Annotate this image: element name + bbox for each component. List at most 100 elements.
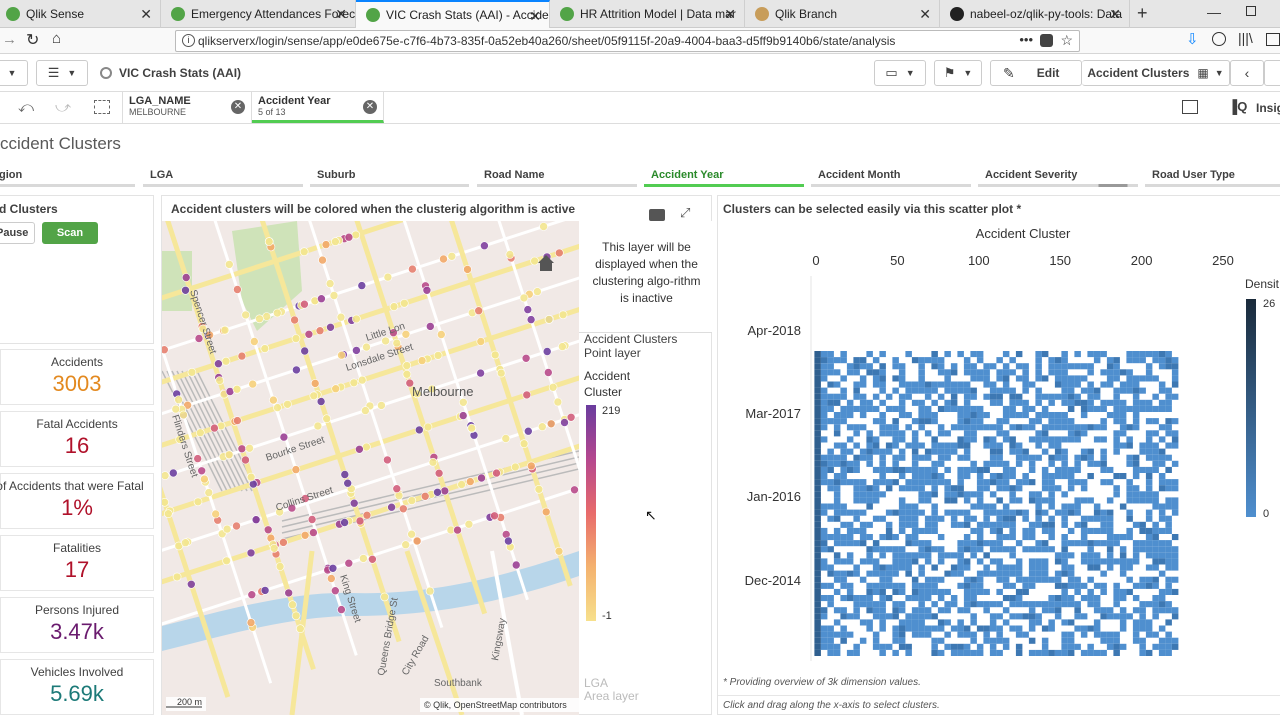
heatmap-cell[interactable] — [989, 381, 997, 388]
heatmap-cell[interactable] — [872, 588, 880, 595]
heatmap-cell[interactable] — [944, 405, 951, 412]
heatmap-cell[interactable] — [814, 387, 821, 394]
heatmap-cell[interactable] — [1054, 649, 1062, 656]
heatmap-cell[interactable] — [1087, 497, 1094, 504]
heatmap-cell[interactable] — [918, 473, 925, 480]
heatmap-cell[interactable] — [1106, 399, 1114, 406]
heatmap-cell[interactable] — [866, 521, 873, 528]
accident-point[interactable] — [337, 605, 346, 614]
heatmap-cell[interactable] — [924, 625, 932, 632]
heatmap-cell[interactable] — [1022, 601, 1029, 608]
heatmap-cell[interactable] — [1106, 479, 1114, 486]
heatmap-cell[interactable] — [970, 363, 977, 370]
heatmap-cell[interactable] — [1158, 448, 1166, 455]
heatmap-cell[interactable] — [846, 534, 854, 541]
heatmap-cell[interactable] — [879, 466, 886, 473]
heatmap-cell[interactable] — [1139, 637, 1146, 644]
accident-point[interactable] — [232, 384, 242, 394]
heatmap-cell[interactable] — [1126, 442, 1133, 449]
heatmap-cell[interactable] — [1035, 418, 1042, 425]
heatmap-cell[interactable] — [944, 375, 951, 382]
heatmap-cell[interactable] — [963, 466, 971, 473]
heatmap-cell[interactable] — [1035, 399, 1042, 406]
heatmap-cell[interactable] — [1158, 405, 1166, 412]
step-back-icon[interactable]: ⤺ — [18, 99, 34, 116]
heatmap-cell[interactable] — [1139, 540, 1146, 547]
heatmap-cell[interactable] — [872, 540, 880, 547]
heatmap-cell[interactable] — [1165, 405, 1172, 412]
heatmap-cell[interactable] — [866, 595, 873, 602]
heatmap-cell[interactable] — [1165, 363, 1172, 370]
heatmap-cell[interactable] — [827, 637, 834, 644]
heatmap-cell[interactable] — [879, 369, 886, 376]
heatmap-cell[interactable] — [1022, 631, 1029, 638]
heatmap-cell[interactable] — [1145, 564, 1153, 571]
restore-icon[interactable] — [1246, 6, 1256, 16]
accident-point[interactable] — [526, 461, 536, 471]
accident-point[interactable] — [186, 579, 196, 589]
heatmap-cell[interactable] — [937, 534, 945, 541]
heatmap-cell[interactable] — [1015, 540, 1023, 547]
heatmap-cell[interactable] — [814, 570, 821, 577]
heatmap-cell[interactable] — [1093, 351, 1101, 358]
heatmap-cell[interactable] — [1171, 564, 1179, 571]
heatmap-cell[interactable] — [950, 369, 958, 376]
heatmap-cell[interactable] — [833, 527, 841, 534]
accident-point[interactable] — [171, 404, 181, 414]
heatmap-cell[interactable] — [1048, 479, 1055, 486]
heatmap-cell[interactable] — [820, 546, 828, 553]
heatmap-cell[interactable] — [1002, 534, 1010, 541]
heatmap-cell[interactable] — [1132, 405, 1140, 412]
next-sheet-button[interactable] — [1264, 60, 1280, 86]
accident-point[interactable] — [417, 356, 427, 365]
heatmap-cell[interactable] — [859, 412, 867, 419]
heatmap-cell[interactable] — [827, 649, 834, 656]
heatmap-cell[interactable] — [885, 485, 893, 492]
heatmap-cell[interactable] — [931, 601, 938, 608]
heatmap-cell[interactable] — [814, 631, 821, 638]
heatmap-cell[interactable] — [1028, 570, 1036, 577]
heatmap-cell[interactable] — [1171, 534, 1179, 541]
heatmap-cell[interactable] — [853, 454, 860, 461]
heatmap-cell[interactable] — [814, 424, 821, 431]
heatmap-cell[interactable] — [1061, 460, 1068, 467]
heatmap-cell[interactable] — [1145, 491, 1153, 498]
heatmap-cell[interactable] — [1132, 393, 1140, 400]
heatmap-cell[interactable] — [970, 649, 977, 656]
heatmap-cell[interactable] — [1152, 497, 1159, 504]
heatmap-cell[interactable] — [898, 509, 906, 516]
heatmap-cell[interactable] — [1158, 570, 1166, 577]
heatmap-cell[interactable] — [944, 448, 951, 455]
heatmap-cell[interactable] — [879, 381, 886, 388]
accident-point[interactable] — [310, 379, 320, 388]
heatmap-cell[interactable] — [1119, 387, 1127, 394]
accident-point[interactable] — [340, 470, 350, 479]
heatmap-cell[interactable] — [827, 405, 834, 412]
heatmap-cell[interactable] — [1145, 436, 1153, 443]
heatmap-cell[interactable] — [1152, 393, 1159, 400]
heatmap-cell[interactable] — [1087, 588, 1094, 595]
heatmap-cell[interactable] — [957, 619, 964, 626]
accident-point[interactable] — [233, 416, 242, 425]
heatmap-cell[interactable] — [1080, 412, 1088, 419]
accident-point[interactable] — [241, 455, 250, 465]
heatmap-cell[interactable] — [918, 466, 925, 473]
heatmap-cell[interactable] — [1054, 570, 1062, 577]
heatmap-cell[interactable] — [1093, 601, 1101, 608]
heatmap-cell[interactable] — [918, 619, 925, 626]
heatmap-cell[interactable] — [944, 485, 951, 492]
previous-sheet-button[interactable]: ‹ — [1230, 60, 1264, 86]
heatmap-cell[interactable] — [872, 491, 880, 498]
heatmap-cell[interactable] — [859, 527, 867, 534]
heatmap-cell[interactable] — [814, 448, 821, 455]
heatmap-cell[interactable] — [827, 466, 834, 473]
heatmap-cell[interactable] — [1022, 375, 1029, 382]
heatmap-cell[interactable] — [1009, 369, 1016, 376]
heatmap-cell[interactable] — [1022, 381, 1029, 388]
heatmap-cell[interactable] — [879, 387, 886, 394]
heatmap-cell[interactable] — [1100, 540, 1107, 547]
heatmap-cell[interactable] — [937, 460, 945, 467]
heatmap-cell[interactable] — [1048, 424, 1055, 431]
heatmap-cell[interactable] — [1054, 582, 1062, 589]
heatmap-cell[interactable] — [814, 405, 821, 412]
